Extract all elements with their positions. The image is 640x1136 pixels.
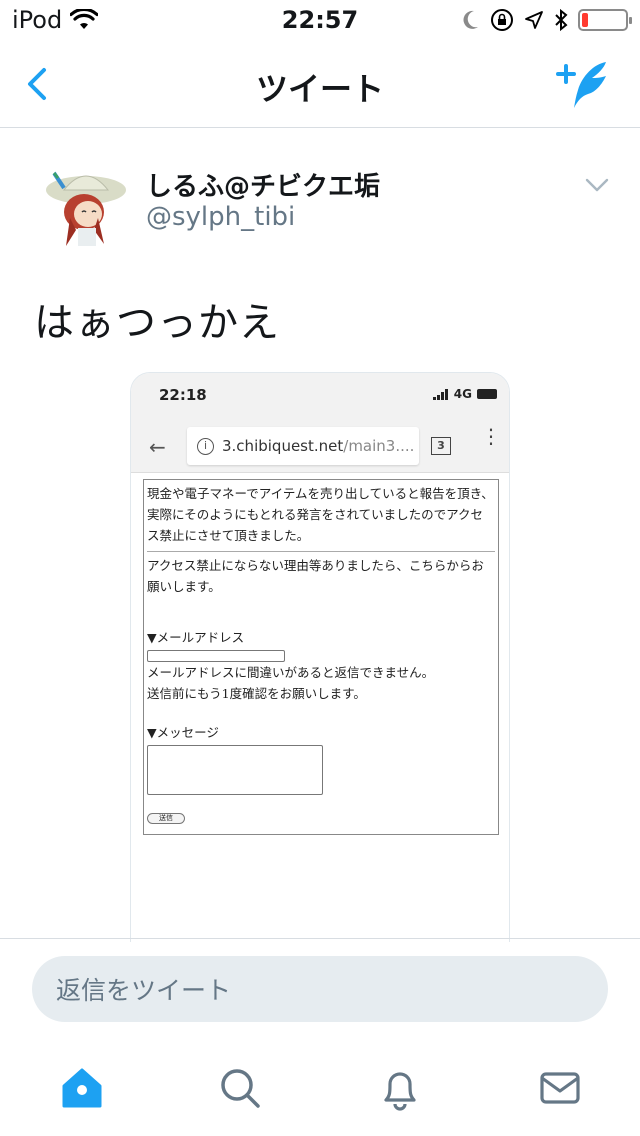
media-email-note-1: メールアドレスに間違いがあると返信できません。 <box>147 665 435 680</box>
location-icon <box>525 11 543 29</box>
bottom-divider <box>0 938 640 939</box>
media-url-path: /main3.... <box>343 437 415 455</box>
media-url-domain: 3.chibiquest.net <box>222 437 344 455</box>
media-email-note-2: 送信前にもう1度確認をお願いします。 <box>147 686 366 701</box>
avatar[interactable] <box>40 160 132 252</box>
media-status-bar: 22:18 4G <box>131 373 509 419</box>
media-send-button: 送信 <box>147 813 185 824</box>
tab-bar <box>0 1048 640 1128</box>
notifications-icon[interactable] <box>376 1064 424 1112</box>
media-back-arrow-icon: ← <box>149 435 166 459</box>
media-info-icon: i <box>197 437 214 455</box>
media-status-time: 22:18 <box>159 386 207 404</box>
page-title: ツイート <box>255 70 384 108</box>
tweet-media[interactable]: 22:18 4G ← i 3.chibiquest.net/main3.... … <box>130 372 510 942</box>
compose-tweet-icon[interactable] <box>556 56 616 112</box>
messages-icon[interactable] <box>536 1064 584 1112</box>
media-signal: 4G <box>432 387 497 401</box>
search-icon[interactable] <box>216 1064 264 1112</box>
display-name[interactable]: しるふ@チビクエ垢 <box>146 166 380 203</box>
media-more-icon: ⋮ <box>481 424 501 448</box>
chevron-down-icon[interactable] <box>582 170 612 200</box>
bluetooth-icon <box>555 8 568 32</box>
media-paragraph-1: 現金や電子マネーでアイテムを売り出していると報告を頂き、実際にそのようにもとれる… <box>147 486 494 543</box>
media-message-label: ▼メッセージ <box>147 725 219 740</box>
reply-placeholder: 返信をツイート <box>56 976 232 1005</box>
moon-icon <box>463 10 478 29</box>
username[interactable]: @sylph_tibi <box>146 202 295 232</box>
avatar-image <box>46 167 126 246</box>
battery-level <box>582 13 588 27</box>
signal-icon <box>432 388 448 400</box>
media-battery-icon <box>477 389 497 399</box>
media-tabs-icon: 3 <box>431 437 451 455</box>
media-divider <box>147 551 495 552</box>
media-email-label: ▼メールアドレス <box>147 630 245 645</box>
media-url-bar: i 3.chibiquest.net/main3.... <box>187 427 419 465</box>
tweet-text: はぁつっかえ <box>34 300 280 346</box>
media-browser-bar: ← i 3.chibiquest.net/main3.... 3 ⋮ <box>131 419 509 473</box>
orientation-lock-icon <box>491 9 513 31</box>
status-right <box>460 8 632 32</box>
home-icon[interactable] <box>58 1064 106 1112</box>
battery-icon <box>578 9 632 31</box>
nav-bar: ツイート <box>0 40 640 128</box>
status-bar: iPod 22:57 <box>0 0 640 40</box>
media-network: 4G <box>453 387 472 401</box>
media-message-textarea <box>147 745 323 795</box>
media-email-input <box>147 650 285 662</box>
reply-input[interactable]: 返信をツイート <box>32 956 608 1022</box>
media-page-content: 現金や電子マネーでアイテムを売り出していると報告を頂き、実際にそのようにもとれる… <box>143 479 499 835</box>
media-paragraph-2: アクセス禁止にならない理由等ありましたら、こちらからお願いします。 <box>147 558 484 594</box>
